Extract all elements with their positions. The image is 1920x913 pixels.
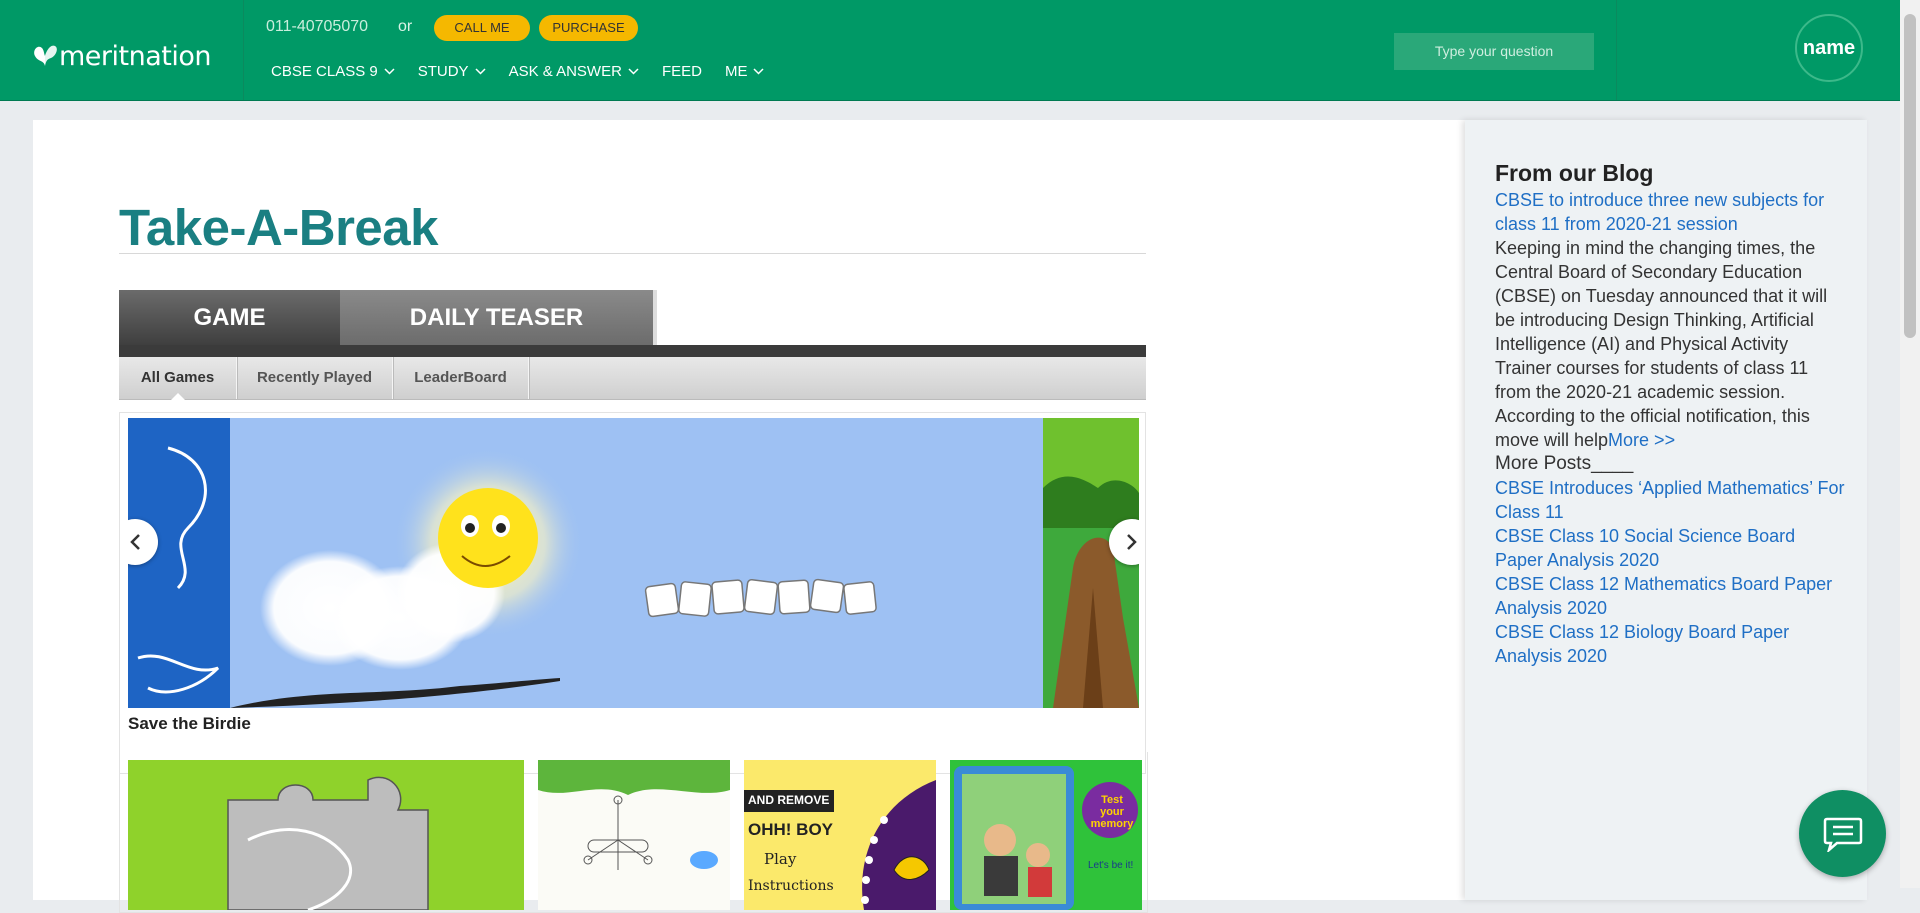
phone-number: 011-40705070 [266,18,369,35]
butterfly-logo-icon [34,45,57,66]
chat-icon [1823,817,1862,852]
blog-post-title-link[interactable]: CBSE to introduce three new subjects for… [1495,188,1845,236]
meritnation-logo[interactable]: meritnation [32,38,211,74]
thumb-text: Play [764,850,797,868]
subtab-all-games[interactable]: All Games [119,357,237,400]
blog-sidebar: From our Blog CBSE to introduce three ne… [1465,120,1867,900]
featured-games-carousel: Save the Birdie [119,412,1146,774]
thumb-text: OHH! BOY [748,820,833,839]
page-title: Take-A-Break [119,199,439,256]
more-link[interactable]: More >> [1608,430,1675,450]
call-me-button[interactable]: CALL ME [434,15,530,41]
nav-item-feed[interactable]: FEED [662,63,702,80]
featured-game-title[interactable]: Save the Birdie [128,714,251,734]
title-divider [119,253,1146,254]
featured-game-slide[interactable] [128,418,1139,708]
nav-item-label: STUDY [417,63,469,80]
nav-item-label: CBSE CLASS 9 [271,63,378,80]
nav-item-me[interactable]: ME [725,63,765,80]
game-thumbnails: AND REMOVE OHH! BOY Play Instructions Te… [119,752,1148,913]
logo-text: meritnation [59,40,211,72]
blog-post-link[interactable]: CBSE Introduces ‘Applied Mathematics’ Fo… [1495,476,1845,524]
question-search-input[interactable]: Type your question [1394,33,1594,70]
thumb-text: Let's be it! [1088,860,1134,871]
nav-item-label: FEED [661,63,702,80]
game-subtabs: All Games Recently Played LeaderBoard [119,357,1146,400]
page-scrollbar[interactable] [1900,0,1920,888]
nav-item-class[interactable]: CBSE CLASS 9 [271,63,395,80]
blog-content: CBSE to introduce three new subjects for… [1495,188,1845,668]
save-the-birdie-artwork [230,448,877,708]
user-avatar[interactable]: name [1795,14,1863,82]
chevron-down-icon [384,68,395,75]
subtab-leaderboard[interactable]: LeaderBoard [393,357,529,399]
tab-daily-teaser[interactable]: DAILY TEASER [340,290,657,345]
blog-heading: From our Blog [1495,160,1654,186]
chevron-left-icon [130,534,140,550]
or-text: or [398,18,413,35]
tabs-underline [119,345,1146,357]
nav-item-label: ASK & ANSWER [508,63,622,80]
chevron-down-icon [753,68,764,75]
blog-post-link[interactable]: CBSE Class 10 Social Science Board Paper… [1495,524,1845,572]
chevron-right-icon [1127,534,1137,550]
blog-post-link[interactable]: CBSE Class 12 Mathematics Board Paper An… [1495,572,1845,620]
thumb-text: Instructions [748,878,834,894]
scrollbar-thumb[interactable] [1904,14,1916,338]
header-divider [243,0,244,100]
top-header: meritnation 011-40705070 or CALL ME PURC… [0,0,1900,101]
more-posts-label: More Posts____ [1495,453,1634,474]
thumb-badge: Test your memory [1090,794,1134,830]
main-nav: CBSE CLASS 9 STUDY ASK & ANSWER FEED ME [271,63,787,80]
chevron-down-icon [475,68,486,75]
purchase-button[interactable]: PURCHASE [539,15,638,41]
main-content: Take-A-Break GAME DAILY TEASER All Games… [33,120,1465,913]
nav-item-label: ME [724,63,748,80]
nav-item-ask-answer[interactable]: ASK & ANSWER [509,63,639,80]
tab-game[interactable]: GAME [119,290,340,345]
chevron-down-icon [628,68,639,75]
subtab-recently-played[interactable]: Recently Played [237,357,393,399]
chat-button[interactable] [1799,790,1886,877]
blog-post-excerpt: Keeping in mind the changing times, the … [1495,238,1828,450]
header-divider [1616,0,1617,100]
nav-item-study[interactable]: STUDY [418,63,486,80]
thumb-text: AND REMOVE [748,793,830,807]
blog-post-link[interactable]: CBSE Class 12 Biology Board Paper Analys… [1495,620,1845,668]
